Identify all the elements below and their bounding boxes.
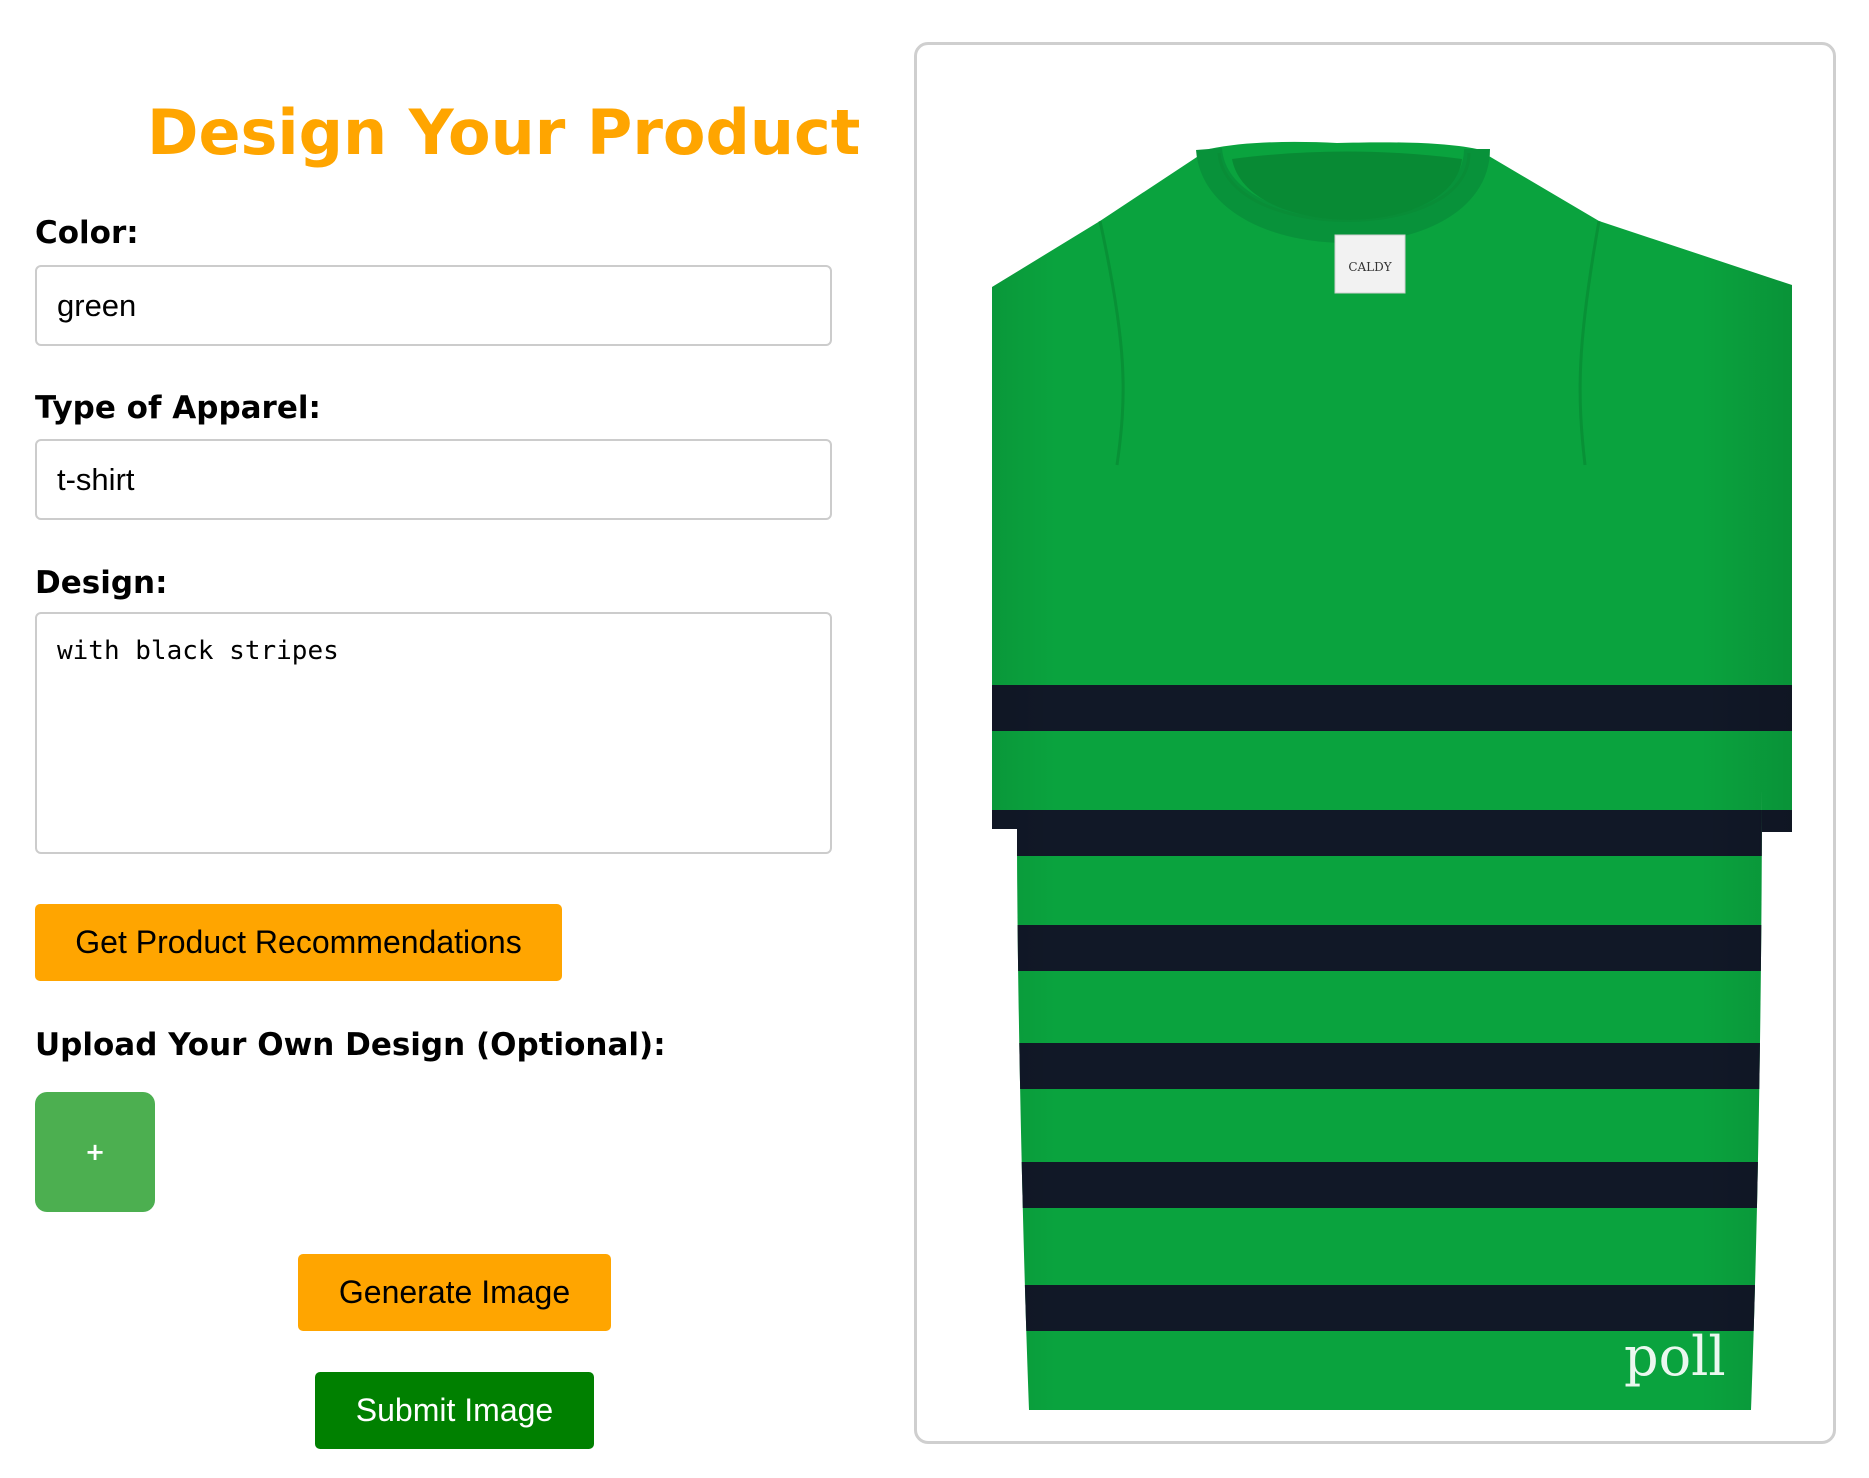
color-label: Color: xyxy=(35,215,139,251)
color-input[interactable]: green xyxy=(35,265,832,346)
upload-label: Upload Your Own Design (Optional): xyxy=(35,1027,666,1063)
submit-image-button[interactable]: Submit Image xyxy=(315,1372,594,1449)
apparel-input-value: t-shirt xyxy=(57,461,135,497)
page-title: Design Your Product xyxy=(147,96,861,169)
color-input-value: green xyxy=(57,287,137,323)
design-textarea[interactable]: with black stripes xyxy=(35,612,832,854)
design-page: Design Your Product Color: green Type of… xyxy=(0,0,1869,1478)
watermark-text: poll xyxy=(1624,1325,1726,1388)
generated-image-preview: CALDY poll xyxy=(914,42,1836,1444)
design-textarea-value: with black stripes xyxy=(57,636,339,666)
apparel-input[interactable]: t-shirt xyxy=(35,439,832,520)
plus-icon: + xyxy=(84,1138,106,1166)
apparel-label: Type of Apparel: xyxy=(35,390,321,426)
generate-image-button[interactable]: Generate Image xyxy=(298,1254,611,1331)
get-recommendations-button[interactable]: Get Product Recommendations xyxy=(35,904,562,981)
design-label: Design: xyxy=(35,565,168,601)
shirt-tag-text: CALDY xyxy=(1348,260,1392,274)
tshirt-image: CALDY xyxy=(992,141,1792,1410)
upload-design-button[interactable]: + xyxy=(35,1092,155,1212)
